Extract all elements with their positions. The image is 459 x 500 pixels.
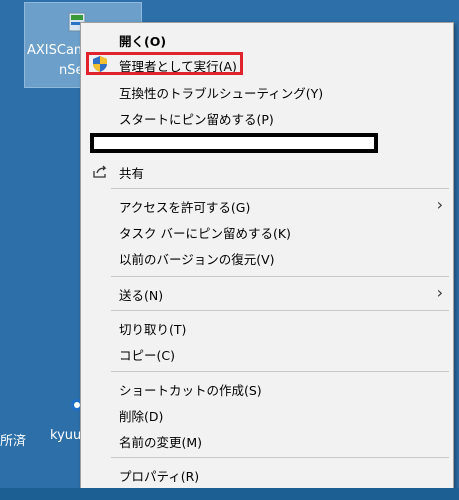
menu-item-send-to[interactable]: 送る(N) › — [81, 281, 453, 305]
chevron-right-icon: › — [436, 283, 443, 302]
menu-item-pin-start[interactable]: スタートにピン留めする(P) — [81, 105, 453, 129]
desktop-partial-label: 所済 — [0, 434, 27, 449]
desktop-bottom-strip — [0, 488, 459, 500]
menu-item-delete[interactable]: 削除(D) — [81, 402, 453, 426]
separator — [111, 188, 449, 189]
redacted-item — [90, 133, 378, 153]
separator — [111, 310, 449, 311]
separator — [111, 371, 449, 372]
separator — [111, 457, 449, 458]
menu-item-rename[interactable]: 名前の変更(M) — [81, 428, 453, 452]
menu-item-restore-versions[interactable]: 以前のバージョンの復元(V) — [81, 245, 453, 269]
context-menu: 開く(O) 管理者として実行(A) 互換性のトラブルシューティング(Y) スター… — [80, 22, 454, 490]
chevron-right-icon: › — [436, 195, 443, 214]
menu-item-share[interactable]: 共有 — [81, 159, 453, 183]
menu-item-open[interactable]: 開く(O) — [81, 27, 453, 51]
menu-item-give-access[interactable]: アクセスを許可する(G) › — [81, 193, 453, 217]
menu-item-troubleshoot[interactable]: 互換性のトラブルシューティング(Y) — [81, 79, 453, 103]
desktop-file-label: AXISCam — [27, 43, 87, 58]
menu-item-copy[interactable]: コピー(C) — [81, 341, 453, 365]
menu-item-create-shortcut[interactable]: ショートカットの作成(S) — [81, 376, 453, 400]
separator — [111, 276, 449, 277]
menu-item-pin-taskbar[interactable]: タスク バーにピン留めする(K) — [81, 219, 453, 243]
desktop-file-label-3: kyuu — [50, 428, 82, 443]
highlight-annotation — [86, 52, 243, 75]
menu-item-properties[interactable]: プロパティ(R) — [81, 462, 453, 486]
menu-item-cut[interactable]: 切り取り(T) — [81, 315, 453, 339]
